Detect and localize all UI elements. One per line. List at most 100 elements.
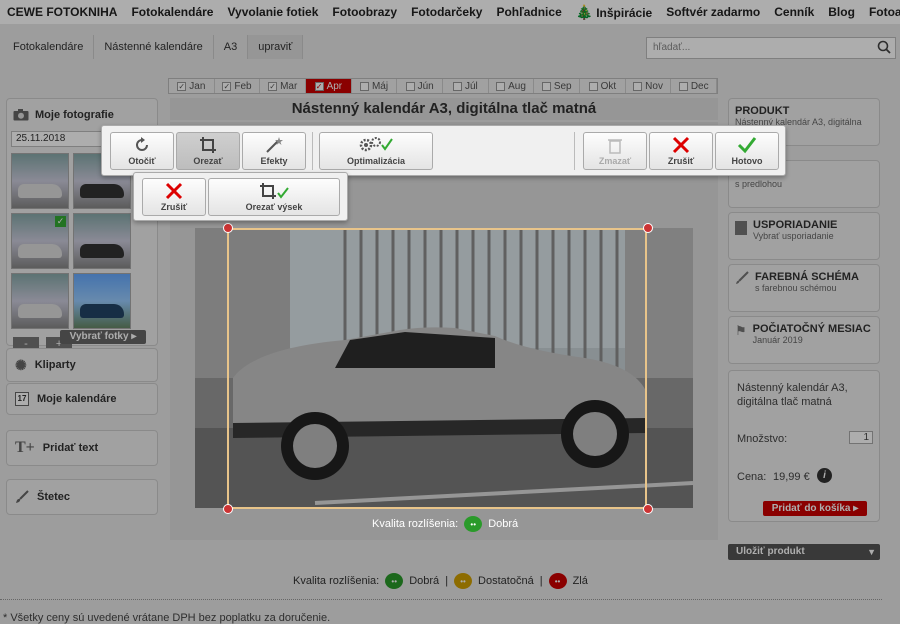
month-9[interactable]: Okt bbox=[580, 79, 626, 93]
save-product-button[interactable]: Uložiť produkt ▼ bbox=[728, 544, 880, 560]
photo-thumbnail[interactable]: ✓ bbox=[11, 213, 69, 269]
month-8[interactable]: Sep bbox=[534, 79, 581, 93]
month-1[interactable]: ✓ Feb bbox=[215, 79, 261, 93]
cliparts-button[interactable]: ✺ Kliparty bbox=[6, 348, 158, 382]
color-scheme-button[interactable]: FAREBNÁ SCHÉMA s farebnou schémou bbox=[728, 264, 880, 312]
add-text-button[interactable]: T+ Pridať text bbox=[6, 430, 158, 466]
month-checkbox[interactable] bbox=[541, 81, 551, 91]
brush-button[interactable]: Štetec bbox=[6, 479, 158, 515]
select-photos-button[interactable]: Vybrať fotky ▸ bbox=[60, 330, 146, 344]
effects-label: Efekty bbox=[260, 156, 288, 166]
nav-cewe-fotokniha[interactable]: CEWE FOTOKNIHA bbox=[0, 5, 124, 19]
price-value: 19,99 € bbox=[773, 471, 810, 483]
crop-handle-bottom-left[interactable] bbox=[223, 504, 233, 514]
image-edit-toolbar: Otočiť Orezať Efekty Optimalizácia Zmaza… bbox=[101, 125, 786, 176]
month-checkbox[interactable] bbox=[588, 81, 598, 91]
crop-button[interactable]: Orezať bbox=[176, 132, 240, 170]
month-checkbox[interactable]: ✓ bbox=[222, 81, 232, 91]
month-checkbox[interactable] bbox=[633, 81, 643, 91]
search-icon[interactable] bbox=[877, 40, 891, 57]
optimize-label: Optimalizácia bbox=[346, 156, 406, 166]
start-month-button[interactable]: ⚑ POČIATOČNÝ MESIAC Január 2019 bbox=[728, 316, 880, 364]
arrangement-button[interactable]: USPORIADANIE Vybrať usporiadanie bbox=[728, 212, 880, 260]
quality-good: Dobrá bbox=[409, 575, 440, 587]
month-10[interactable]: Nov bbox=[626, 79, 672, 93]
quality-ok: Dostatočná bbox=[478, 575, 534, 587]
cancel-button[interactable]: Zrušiť bbox=[649, 132, 713, 170]
flag-icon: ⚑ bbox=[735, 323, 747, 338]
crop-selection-label: Orezať výsek bbox=[245, 202, 303, 212]
crop-handle-bottom-right[interactable] bbox=[643, 504, 653, 514]
month-6[interactable]: Júl bbox=[443, 79, 489, 93]
good-quality-icon: •• bbox=[385, 573, 404, 589]
arrangement-title: USPORIADANIE bbox=[753, 219, 838, 231]
crop-selection-button[interactable]: Orezať výsek bbox=[208, 178, 340, 216]
month-checkbox[interactable] bbox=[678, 81, 688, 91]
breadcrumb-fotokalendare[interactable]: Fotokalendáre bbox=[3, 35, 95, 59]
close-icon bbox=[672, 136, 690, 154]
delete-button[interactable]: Zmazať bbox=[583, 132, 647, 170]
month-checkbox[interactable] bbox=[496, 81, 506, 91]
crop-handle-top-left[interactable] bbox=[223, 223, 233, 233]
color-scheme-subtitle: s farebnou schémou bbox=[755, 283, 837, 293]
month-label: Okt bbox=[600, 80, 617, 92]
crop-handle-top-right[interactable] bbox=[643, 223, 653, 233]
month-checkbox[interactable]: ✓ bbox=[314, 81, 324, 91]
nav-fotokalendare[interactable]: Fotokalendáre bbox=[124, 5, 220, 19]
breadcrumb-nastenne[interactable]: Nástenné kalendáre bbox=[94, 35, 214, 59]
month-3[interactable]: ✓ Apr bbox=[306, 79, 352, 93]
quantity-input[interactable]: 1 bbox=[849, 431, 873, 444]
nav-fotoobrazy[interactable]: Fotoobrazy bbox=[325, 5, 404, 19]
chevron-down-icon: ▼ bbox=[867, 547, 876, 557]
crop-sub-toolbar: Zrušiť Orezať výsek bbox=[133, 172, 348, 221]
nav-blog[interactable]: Blog bbox=[821, 5, 862, 19]
photo-thumbnail[interactable] bbox=[73, 213, 131, 269]
month-label: Jan bbox=[189, 80, 206, 92]
crop-cancel-button[interactable]: Zrušiť bbox=[142, 178, 206, 216]
add-text-label: Pridať text bbox=[42, 442, 99, 454]
gears-icon bbox=[359, 137, 393, 152]
month-label: Feb bbox=[234, 80, 252, 92]
month-checkbox[interactable] bbox=[452, 81, 462, 91]
trash-icon bbox=[608, 139, 622, 154]
month-5[interactable]: Jún bbox=[397, 79, 444, 93]
info-icon[interactable]: i bbox=[817, 468, 832, 483]
tree-icon: 🎄 bbox=[575, 3, 594, 20]
nav-pohladnice[interactable]: Pohľadnice bbox=[489, 5, 568, 19]
my-calendars-button[interactable]: 17 Moje kalendáre bbox=[6, 383, 158, 415]
month-label: Máj bbox=[371, 80, 389, 92]
crop-frame[interactable] bbox=[227, 228, 647, 509]
nav-vyvolanie[interactable]: Vyvolanie fotiek bbox=[220, 5, 325, 19]
divider bbox=[0, 599, 882, 600]
optimize-button[interactable]: Optimalizácia bbox=[319, 132, 433, 170]
month-4[interactable]: Máj bbox=[352, 79, 398, 93]
month-checkbox[interactable]: ✓ bbox=[177, 81, 187, 91]
footer-note: * Všetky ceny sú uvedené vrátane DPH bez… bbox=[3, 612, 331, 624]
month-checkbox[interactable] bbox=[359, 81, 369, 91]
nav-softver[interactable]: Softvér zadarmo bbox=[659, 5, 767, 19]
nav-cennik[interactable]: Cenník bbox=[767, 5, 821, 19]
search-input[interactable]: hľadať... bbox=[646, 37, 896, 59]
breadcrumb-a3[interactable]: A3 bbox=[213, 35, 249, 59]
nav-fotoaparaty[interactable]: Fotoaparáty bbox=[862, 5, 900, 19]
check-icon: ✓ bbox=[55, 216, 66, 227]
rotate-button[interactable]: Otočiť bbox=[110, 132, 174, 170]
photo-thumbnail[interactable] bbox=[11, 273, 69, 329]
month-0[interactable]: ✓ Jan bbox=[169, 79, 215, 93]
start-month-title: POČIATOČNÝ MESIAC bbox=[752, 323, 871, 335]
photo-thumbnail[interactable] bbox=[11, 153, 69, 209]
month-7[interactable]: Aug bbox=[489, 79, 535, 93]
nav-inspiracie[interactable]: 🎄 Inšpirácie bbox=[569, 4, 659, 21]
add-to-cart-button[interactable]: Pridať do košíka ▸ bbox=[763, 501, 867, 516]
done-button[interactable]: Hotovo bbox=[715, 132, 779, 170]
month-2[interactable]: ✓ Mar bbox=[260, 79, 307, 93]
nav-fotodarceky[interactable]: Fotodarčeky bbox=[404, 5, 489, 19]
search-placeholder: hľadať... bbox=[653, 42, 691, 53]
month-checkbox[interactable] bbox=[405, 81, 415, 91]
effects-button[interactable]: Efekty bbox=[242, 132, 306, 170]
month-11[interactable]: Dec bbox=[671, 79, 718, 93]
month-checkbox[interactable]: ✓ bbox=[268, 81, 278, 91]
photo-thumbnail[interactable] bbox=[73, 273, 131, 329]
month-label: Mar bbox=[280, 80, 298, 92]
month-selector: ✓ Jan ✓ Feb ✓ Mar ✓ Apr Máj Jún Júl Aug Sep Okt Nov Dec bbox=[168, 78, 718, 94]
